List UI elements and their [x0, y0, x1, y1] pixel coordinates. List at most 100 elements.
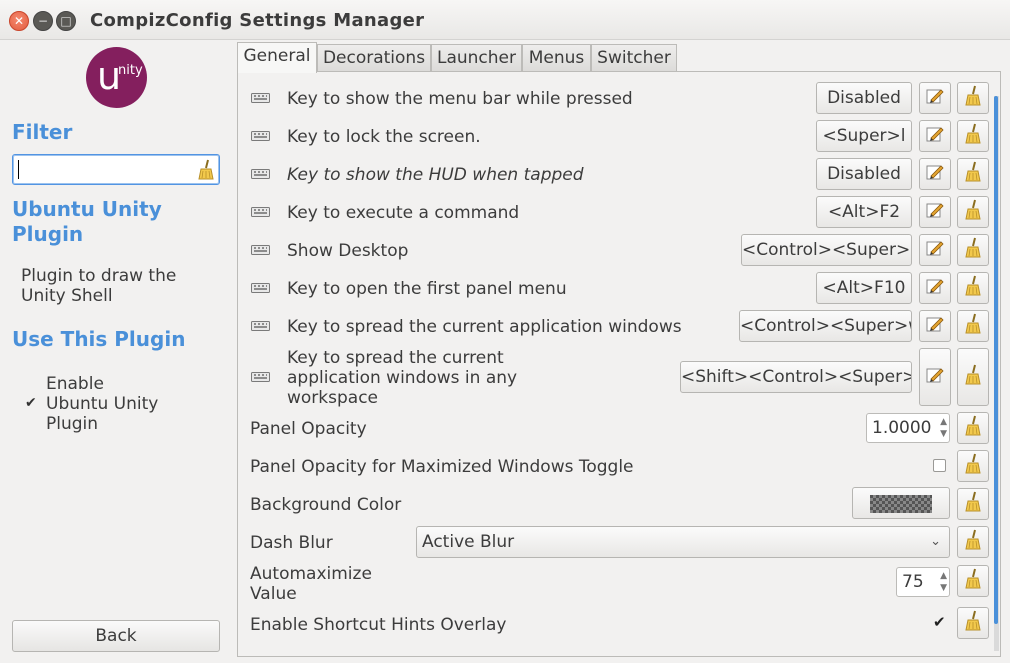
pencil-icon: [926, 87, 944, 110]
minimize-window-button[interactable]: −: [33, 11, 53, 31]
tab-general[interactable]: General: [237, 42, 317, 73]
plugin-description-line: Unity Shell: [21, 286, 113, 306]
enable-label-line: Plugin: [46, 414, 99, 434]
keybinding-label-line: Key to spread the current: [287, 348, 504, 368]
broom-icon: [964, 85, 982, 112]
broom-icon: [964, 275, 982, 302]
maximize-window-button[interactable]: □: [56, 11, 76, 31]
use-plugin-heading: Use This Plugin: [12, 327, 186, 351]
scrollbar-thumb[interactable]: [994, 96, 998, 624]
broom-icon: [964, 529, 982, 556]
broom-icon: [964, 161, 982, 188]
minimize-icon: −: [37, 14, 49, 28]
pencil-icon: [926, 239, 944, 262]
reset-to-default-button[interactable]: [957, 272, 989, 304]
keybinding-label-line: application windows in any: [287, 368, 518, 388]
keybinding-label: Show Desktop: [287, 241, 409, 261]
keybinding-label: Key to lock the screen.: [287, 127, 481, 147]
edit-keybinding-button[interactable]: [919, 158, 951, 190]
reset-to-default-button[interactable]: [957, 565, 989, 597]
panel-opacity-max-checkbox[interactable]: [933, 459, 946, 472]
keybinding-button[interactable]: Disabled: [816, 158, 912, 190]
keybinding-button[interactable]: <Alt>F2: [816, 196, 912, 228]
close-window-button[interactable]: ✕: [9, 11, 29, 31]
broom-icon: [964, 568, 982, 595]
dash-blur-value: Active Blur: [422, 532, 515, 552]
keyboard-icon: [251, 169, 270, 179]
keybinding-button[interactable]: <Shift><Control><Super>w: [680, 361, 912, 393]
panel-opacity-value: 1.0000: [872, 418, 932, 438]
text-caret: [18, 160, 19, 179]
automaximize-label-line: Automaximize: [250, 564, 372, 584]
spinner-arrows[interactable]: ▲ ▼: [940, 416, 947, 440]
tab-decorations[interactable]: Decorations: [317, 44, 431, 72]
reset-to-default-button[interactable]: [957, 310, 989, 342]
edit-keybinding-button[interactable]: [919, 120, 951, 152]
spin-up-icon[interactable]: ▲: [940, 416, 947, 428]
spinner-arrows[interactable]: ▲ ▼: [940, 570, 947, 594]
broom-icon: [964, 199, 982, 226]
reset-to-default-button[interactable]: [957, 196, 989, 228]
title-bar: ✕ − □ CompizConfig Settings Manager: [0, 0, 1010, 40]
pencil-icon: [926, 366, 944, 389]
edit-keybinding-button[interactable]: [919, 310, 951, 342]
keybinding-button[interactable]: Disabled: [816, 82, 912, 114]
panel-opacity-label: Panel Opacity: [250, 419, 367, 439]
keyboard-icon: [251, 93, 270, 103]
plugin-heading-line: Ubuntu Unity: [12, 197, 162, 221]
reset-to-default-button[interactable]: [957, 607, 989, 639]
reset-to-default-button[interactable]: [957, 82, 989, 114]
spin-up-icon[interactable]: ▲: [940, 570, 947, 582]
automaximize-spinner[interactable]: 75 ▲ ▼: [896, 567, 950, 597]
panel-opacity-spinner[interactable]: 1.0000 ▲ ▼: [866, 413, 950, 443]
keybinding-button[interactable]: <Control><Super>w: [739, 310, 912, 342]
enable-plugin-checkbox[interactable]: ✔: [25, 396, 40, 411]
keybinding-label: Key to spread the current application wi…: [287, 348, 517, 408]
reset-to-default-button[interactable]: [957, 348, 989, 406]
chevron-down-icon: ⌄: [930, 534, 941, 549]
dash-blur-select[interactable]: Active Blur ⌄: [416, 526, 950, 558]
tab-launcher[interactable]: Launcher: [431, 44, 522, 72]
broom-icon: [964, 491, 982, 518]
filter-heading: Filter: [12, 120, 73, 144]
reset-to-default-button[interactable]: [957, 412, 989, 444]
broom-icon: [964, 415, 982, 442]
plugin-description-line: Plugin to draw the: [21, 266, 177, 286]
clear-filter-icon[interactable]: [197, 159, 215, 186]
spin-down-icon[interactable]: ▼: [940, 582, 947, 594]
pencil-icon: [926, 277, 944, 300]
edit-keybinding-button[interactable]: [919, 196, 951, 228]
edit-keybinding-button[interactable]: [919, 82, 951, 114]
shortcut-hints-checkbox[interactable]: ✔: [933, 615, 946, 630]
broom-icon: [964, 313, 982, 340]
reset-to-default-button[interactable]: [957, 488, 989, 520]
filter-input[interactable]: [12, 154, 220, 185]
reset-to-default-button[interactable]: [957, 120, 989, 152]
broom-icon: [964, 610, 982, 637]
enable-label-line: Ubuntu Unity: [46, 394, 159, 414]
reset-to-default-button[interactable]: [957, 526, 989, 558]
broom-icon: [964, 453, 982, 480]
spin-down-icon[interactable]: ▼: [940, 428, 947, 440]
reset-to-default-button[interactable]: [957, 450, 989, 482]
close-icon: ✕: [13, 14, 25, 28]
keybinding-button[interactable]: <Control><Super>d: [741, 234, 912, 266]
edit-keybinding-button[interactable]: [919, 272, 951, 304]
broom-icon: [964, 123, 982, 150]
reset-to-default-button[interactable]: [957, 158, 989, 190]
keybinding-label: Key to spread the current application wi…: [287, 317, 682, 337]
keybinding-button[interactable]: <Super>l: [816, 120, 912, 152]
edit-keybinding-button[interactable]: [919, 348, 951, 406]
plugin-heading-line: Plugin: [12, 222, 84, 246]
color-swatch: [870, 495, 932, 513]
keybinding-button[interactable]: <Alt>F10: [816, 272, 912, 304]
dash-blur-label: Dash Blur: [250, 533, 333, 553]
edit-keybinding-button[interactable]: [919, 234, 951, 266]
tab-menus[interactable]: Menus: [522, 44, 591, 72]
reset-to-default-button[interactable]: [957, 234, 989, 266]
pencil-icon: [926, 315, 944, 338]
pencil-icon: [926, 125, 944, 148]
back-button[interactable]: Back: [12, 620, 220, 652]
tab-switcher[interactable]: Switcher: [591, 44, 677, 72]
background-color-button[interactable]: [852, 487, 950, 519]
